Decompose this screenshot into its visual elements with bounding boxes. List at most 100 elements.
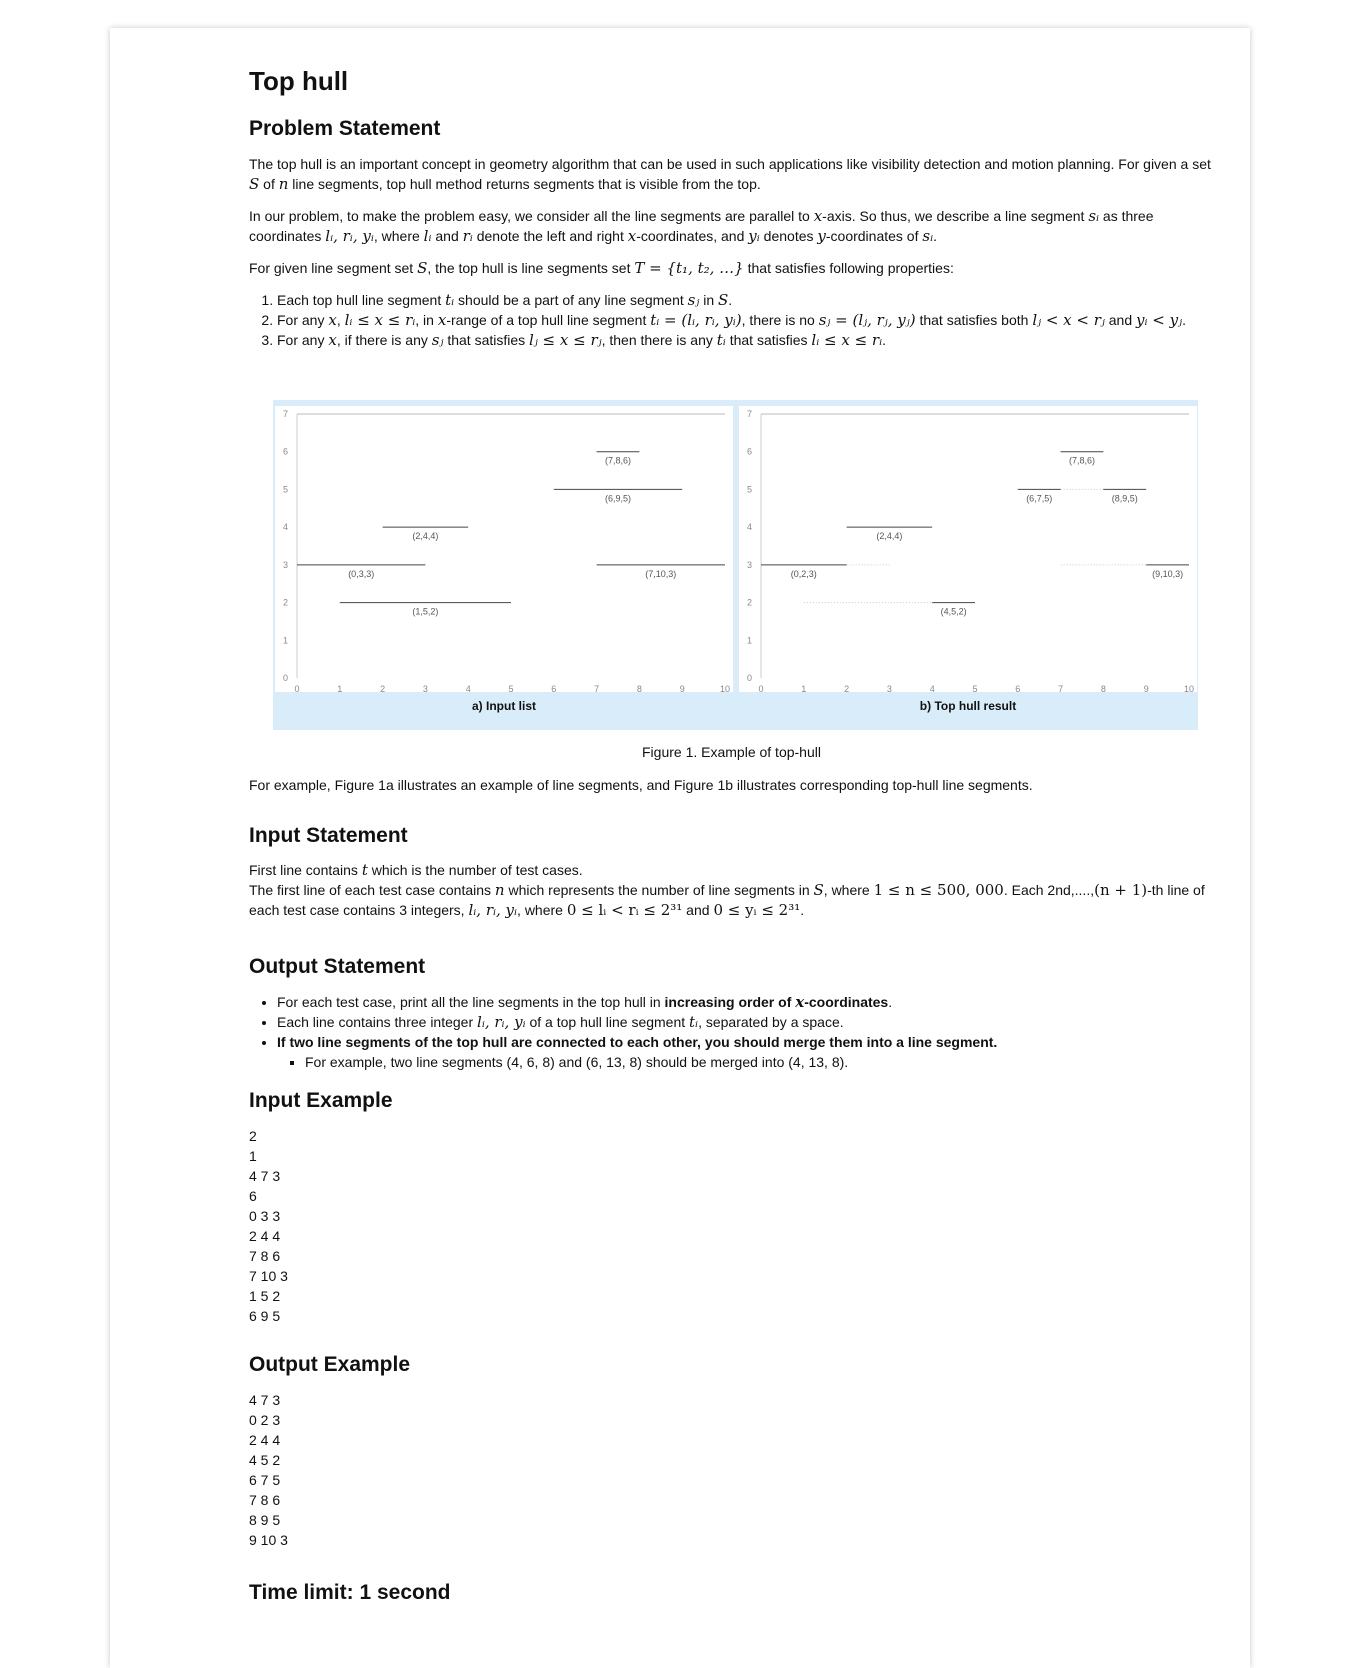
chart-panel-background xyxy=(739,406,1197,692)
input-example-line: 7 8 6 xyxy=(249,1248,281,1264)
figure-caption: Figure 1. Example of top-hull xyxy=(642,744,821,760)
x-tick-label: 6 xyxy=(1015,684,1020,694)
y-tick-label: 7 xyxy=(283,409,288,419)
y-tick-label: 5 xyxy=(283,484,288,494)
x-tick-label: 9 xyxy=(1144,684,1149,694)
y-tick-label: 4 xyxy=(747,522,752,532)
x-tick-label: 7 xyxy=(594,684,599,694)
document-page: Top hull Problem Statement The top hull … xyxy=(110,28,1250,1668)
problem-paragraph-3: For given line segment set S, the top hu… xyxy=(249,259,954,277)
output-rule-3-example: For example, two line segments (4, 6, 8)… xyxy=(305,1052,1242,1072)
output-example-line: 0 2 3 xyxy=(249,1412,281,1428)
input-example-line: 2 xyxy=(249,1128,257,1144)
input-statement-heading: Input Statement xyxy=(249,824,408,847)
x-tick-label: 5 xyxy=(972,684,977,694)
segment-label: (6,9,5) xyxy=(605,493,631,503)
segment-label: (2,4,4) xyxy=(876,531,902,541)
input-example-block: 2 1 4 7 3 6 0 3 3 2 4 4 7 8 6 7 10 3 1 5 2 6 9 5 xyxy=(249,1126,1214,1326)
property-1: Each top hull line segment tᵢ should be … xyxy=(277,290,1242,310)
input-example-line: 7 10 3 xyxy=(249,1268,288,1284)
segment-label: (7,8,6) xyxy=(605,456,631,466)
input-example-heading: Input Example xyxy=(249,1089,393,1112)
output-example-line: 7 8 6 xyxy=(249,1492,281,1508)
output-statement-heading: Output Statement xyxy=(249,955,426,978)
output-example-line: 4 5 2 xyxy=(249,1452,281,1468)
properties-list: Each top hull line segment tᵢ should be … xyxy=(249,290,1242,350)
x-tick-label: 0 xyxy=(758,684,763,694)
y-tick-label: 0 xyxy=(283,673,288,683)
y-tick-label: 2 xyxy=(283,598,288,608)
x-tick-label: 4 xyxy=(466,684,471,694)
segment-label: (7,8,6) xyxy=(1069,456,1095,466)
problem-heading: Problem Statement xyxy=(249,117,441,140)
segment-label: (1,5,2) xyxy=(412,607,438,617)
input-example-line: 0 3 3 xyxy=(249,1208,281,1224)
y-tick-label: 6 xyxy=(747,447,752,457)
y-tick-label: 2 xyxy=(747,598,752,608)
y-tick-label: 4 xyxy=(283,522,288,532)
output-example-line: 6 7 5 xyxy=(249,1472,281,1488)
figure-explanation: For example, Figure 1a illustrates an ex… xyxy=(249,777,1033,793)
x-tick-label: 5 xyxy=(508,684,513,694)
x-tick-label: 6 xyxy=(551,684,556,694)
x-tick-label: 4 xyxy=(930,684,935,694)
output-rules-list: For each test case, print all the line s… xyxy=(249,992,1242,1072)
x-tick-label: 9 xyxy=(680,684,685,694)
problem-paragraph-1: The top hull is an important concept in … xyxy=(249,156,1211,193)
y-tick-label: 0 xyxy=(747,673,752,683)
segment-label: (9,10,3) xyxy=(1152,569,1183,579)
chart-panel-background xyxy=(275,406,733,692)
output-rule-3: If two line segments of the top hull are… xyxy=(277,1032,1242,1072)
property-2: For any x, lᵢ ≤ x ≤ rᵢ, in x-range of a … xyxy=(277,310,1242,330)
x-tick-label: 10 xyxy=(1184,684,1194,694)
figure-1: 0 1 2 3 4 5 6 7 0 1 2 3 4 5 6 7 8 9 10 (0,3,3) (2,4,4) (7,8,6… xyxy=(273,400,1198,730)
output-example-heading: Output Example xyxy=(249,1353,411,1376)
segment-label: (4,5,2) xyxy=(941,607,967,617)
output-example-line: 4 7 3 xyxy=(249,1392,281,1408)
x-tick-label: 8 xyxy=(1101,684,1106,694)
x-tick-label: 10 xyxy=(720,684,730,694)
subplot-title: b) Top hull result xyxy=(920,699,1016,713)
top-hull-figure: 012345670 1 2 3 4 5 6 7 8 9 10(0,3,3)(2,4,4)(7,8,6… xyxy=(275,406,1197,713)
property-3: For any x, if there is any sⱼ that satis… xyxy=(277,330,1242,350)
y-tick-label: 7 xyxy=(747,409,752,419)
y-tick-label: 3 xyxy=(747,560,752,570)
output-example-block: 4 7 3 0 2 3 2 4 4 4 5 2 6 7 5 7 8 6 8 9 5 9 10 … xyxy=(249,1390,1214,1550)
y-tick-label: 1 xyxy=(747,635,752,645)
x-tick-label: 8 xyxy=(637,684,642,694)
input-example-line: 6 xyxy=(249,1188,257,1204)
output-example-line: 9 10 3 xyxy=(249,1532,288,1548)
y-tick-label: 1 xyxy=(283,635,288,645)
segment-label: (2,4,4) xyxy=(412,531,438,541)
y-tick-label: 3 xyxy=(283,560,288,570)
time-limit: Time limit: 1 second xyxy=(249,1581,451,1604)
input-example-line: 1 5 2 xyxy=(249,1288,281,1304)
x-tick-label: 1 xyxy=(337,684,342,694)
input-example-line: 4 7 3 xyxy=(249,1168,281,1184)
problem-paragraph-2: In our problem, to make the problem easy… xyxy=(249,207,1154,245)
segment-label: (6,7,5) xyxy=(1026,493,1052,503)
segment-label: (0,2,3) xyxy=(791,569,817,579)
x-tick-label: 0 xyxy=(294,684,299,694)
output-example-line: 8 9 5 xyxy=(249,1512,281,1528)
input-example-line: 2 4 4 xyxy=(249,1228,281,1244)
output-example-line: 2 4 4 xyxy=(249,1432,281,1448)
x-tick-label: 3 xyxy=(887,684,892,694)
input-example-line: 6 9 5 xyxy=(249,1308,281,1324)
segment-label: (0,3,3) xyxy=(348,569,374,579)
input-example-line: 1 xyxy=(249,1148,257,1164)
x-tick-label: 1 xyxy=(801,684,806,694)
output-rule-1: For each test case, print all the line s… xyxy=(277,992,1242,1012)
y-tick-label: 5 xyxy=(747,484,752,494)
input-statement-text: First line contains t which is the numbe… xyxy=(249,861,1205,919)
y-tick-label: 6 xyxy=(283,447,288,457)
segment-label: (7,10,3) xyxy=(645,569,676,579)
segment-label: (8,9,5) xyxy=(1112,493,1138,503)
x-tick-label: 2 xyxy=(844,684,849,694)
x-tick-label: 7 xyxy=(1058,684,1063,694)
x-tick-label: 2 xyxy=(380,684,385,694)
x-tick-label: 3 xyxy=(423,684,428,694)
output-rule-2: Each line contains three integer lᵢ, rᵢ,… xyxy=(277,1012,1242,1032)
page-title: Top hull xyxy=(249,66,349,96)
output-rule-3-sublist: For example, two line segments (4, 6, 8)… xyxy=(277,1052,1242,1072)
